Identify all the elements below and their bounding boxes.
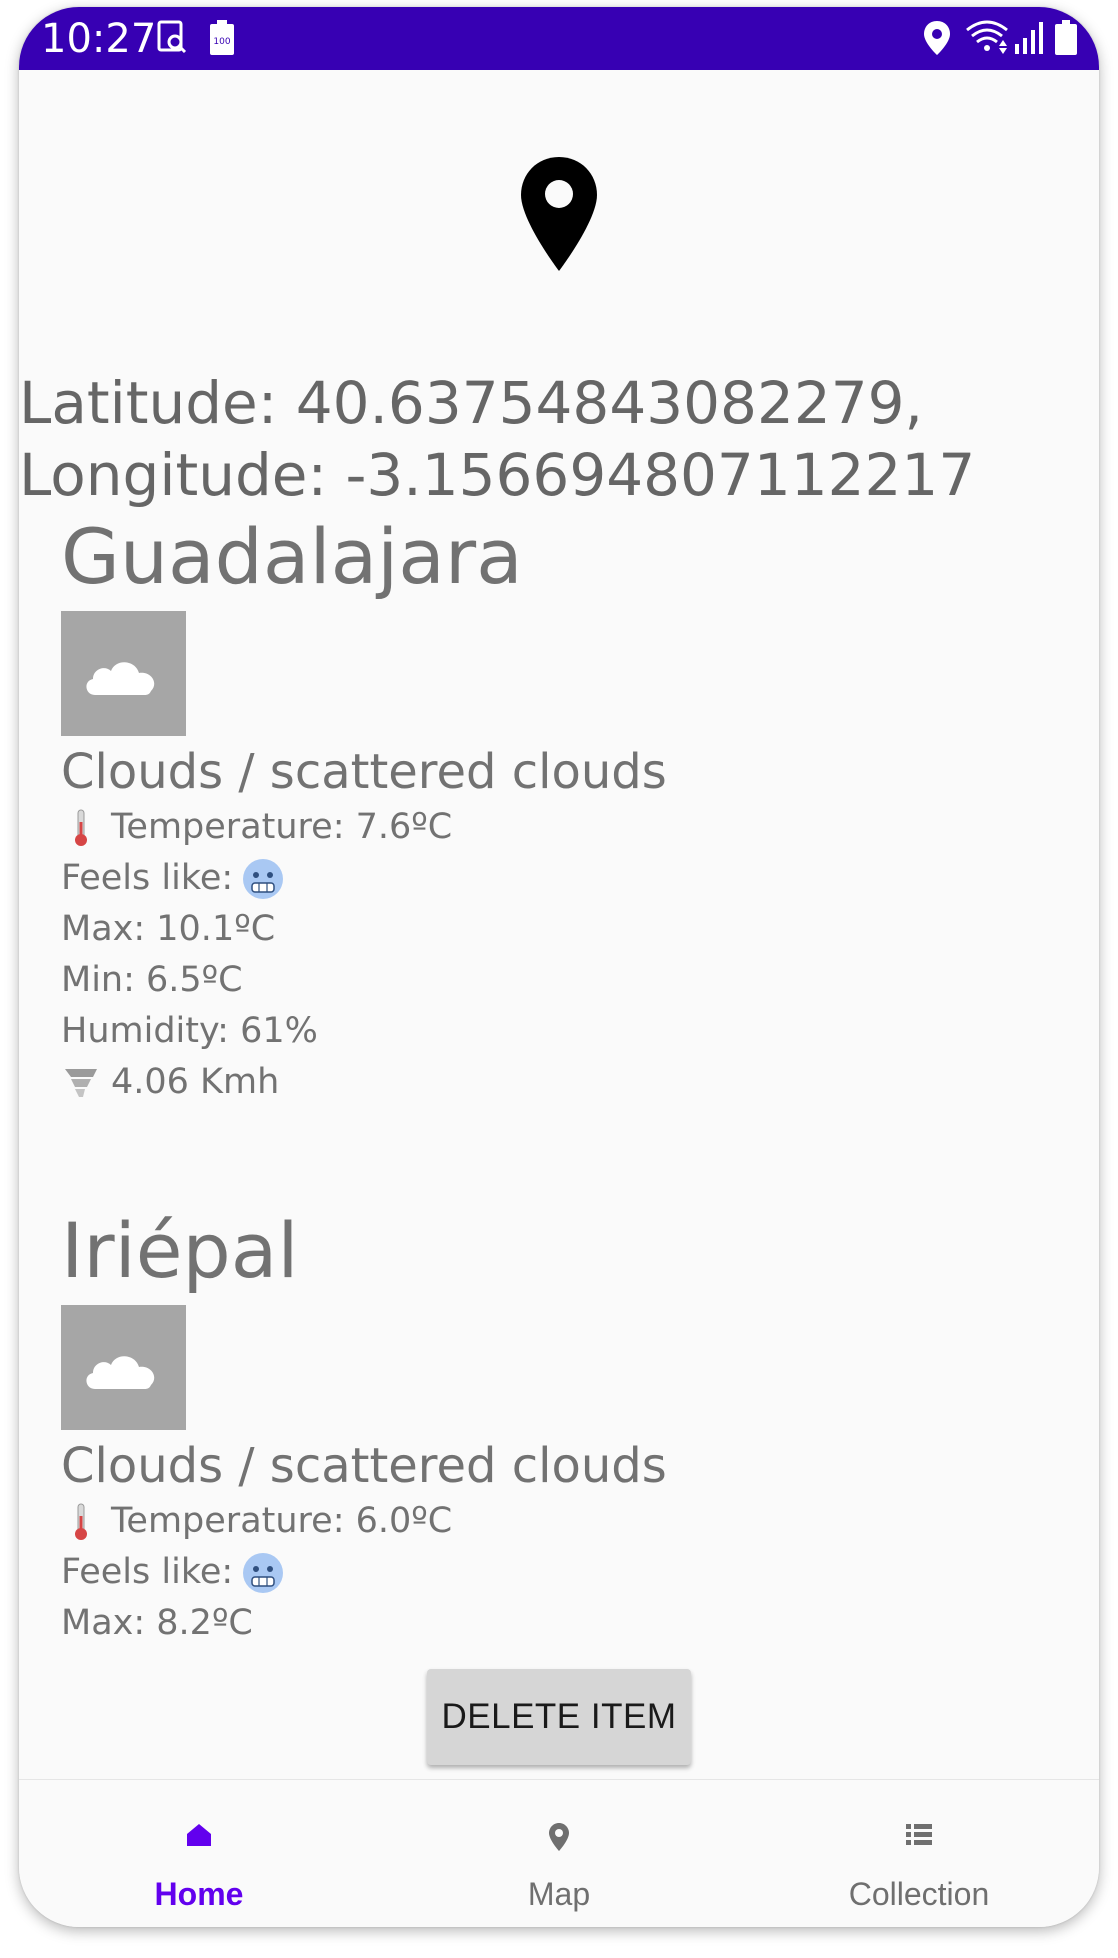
delete-item-button[interactable]: DELETE ITEM [427,1669,691,1765]
cloud-icon [61,611,186,736]
weather-description: Clouds / scattered clouds [61,744,667,800]
location-icon [923,20,951,61]
nav-item-home[interactable]: Home [19,1780,379,1927]
temperature-text: Temperature: 6.0ºC [111,1501,453,1541]
temperature-row: Temperature: 7.6ºC [61,802,961,853]
wind-row: 4.06 Kmh [61,1057,961,1108]
feels-like-row: Feels like: [61,853,961,904]
list-icon [905,1822,933,1851]
cold-face-icon [241,1551,285,1595]
temperature-row: Temperature: 6.0ºC [61,1496,961,1547]
status-time: 10:27 [41,16,157,62]
screenshot-icon [157,20,189,59]
phone-screen: 10:27 100 Latitude: 40.63754843082279, L… [19,7,1099,1927]
map-pin-icon [519,155,599,273]
tornado-icon [61,1063,101,1103]
weather-card: Guadalajara Clouds / scattered clouds Te… [61,509,961,1108]
max-temp-text: Max: 10.1ºC [61,909,276,949]
weather-description: Clouds / scattered clouds [61,1438,667,1494]
home-icon [185,1822,213,1853]
weather-card: Iriépal Clouds / scattered clouds Temper… [61,1203,961,1649]
longitude-text: Longitude: -3.156694807112217 [19,441,976,509]
wifi-icon [965,20,1009,61]
thermometer-icon [61,808,101,848]
nav-label-map: Map [527,1876,591,1912]
city-name: Guadalajara [61,512,523,601]
min-temp-text: Min: 6.5ºC [61,960,243,1000]
cloud-icon [61,1305,186,1430]
map-pin-icon [548,1822,570,1857]
cold-face-icon [241,857,285,901]
feels-like-row: Feels like: [61,1547,961,1598]
temperature-text: Temperature: 7.6ºC [111,807,453,847]
nav-item-collection[interactable]: Collection [739,1780,1099,1927]
status-bar: 10:27 100 [19,7,1099,70]
feels-like-text: Feels like: [61,1552,234,1592]
thermometer-icon [61,1502,101,1542]
battery-icon [1055,20,1077,61]
max-temp-text: Max: 8.2ºC [61,1603,253,1643]
wind-text: 4.06 Kmh [111,1062,280,1102]
signal-icon [1013,20,1045,61]
battery-saver-icon: 100 [209,20,235,61]
city-name: Iriépal [61,1206,299,1295]
nav-label-home: Home [154,1876,244,1912]
feels-like-text: Feels like: [61,858,234,898]
nav-label-collection: Collection [848,1876,990,1912]
bottom-navigation: Home Map Collection [19,1779,1099,1927]
nav-item-map[interactable]: Map [379,1780,739,1927]
humidity-text: Humidity: 61% [61,1011,318,1051]
coordinates-text: Latitude: 40.63754843082279, Longitude: … [19,367,1099,511]
latitude-text: Latitude: 40.63754843082279, [19,369,923,437]
battery-saver-label: 100 [213,37,230,47]
